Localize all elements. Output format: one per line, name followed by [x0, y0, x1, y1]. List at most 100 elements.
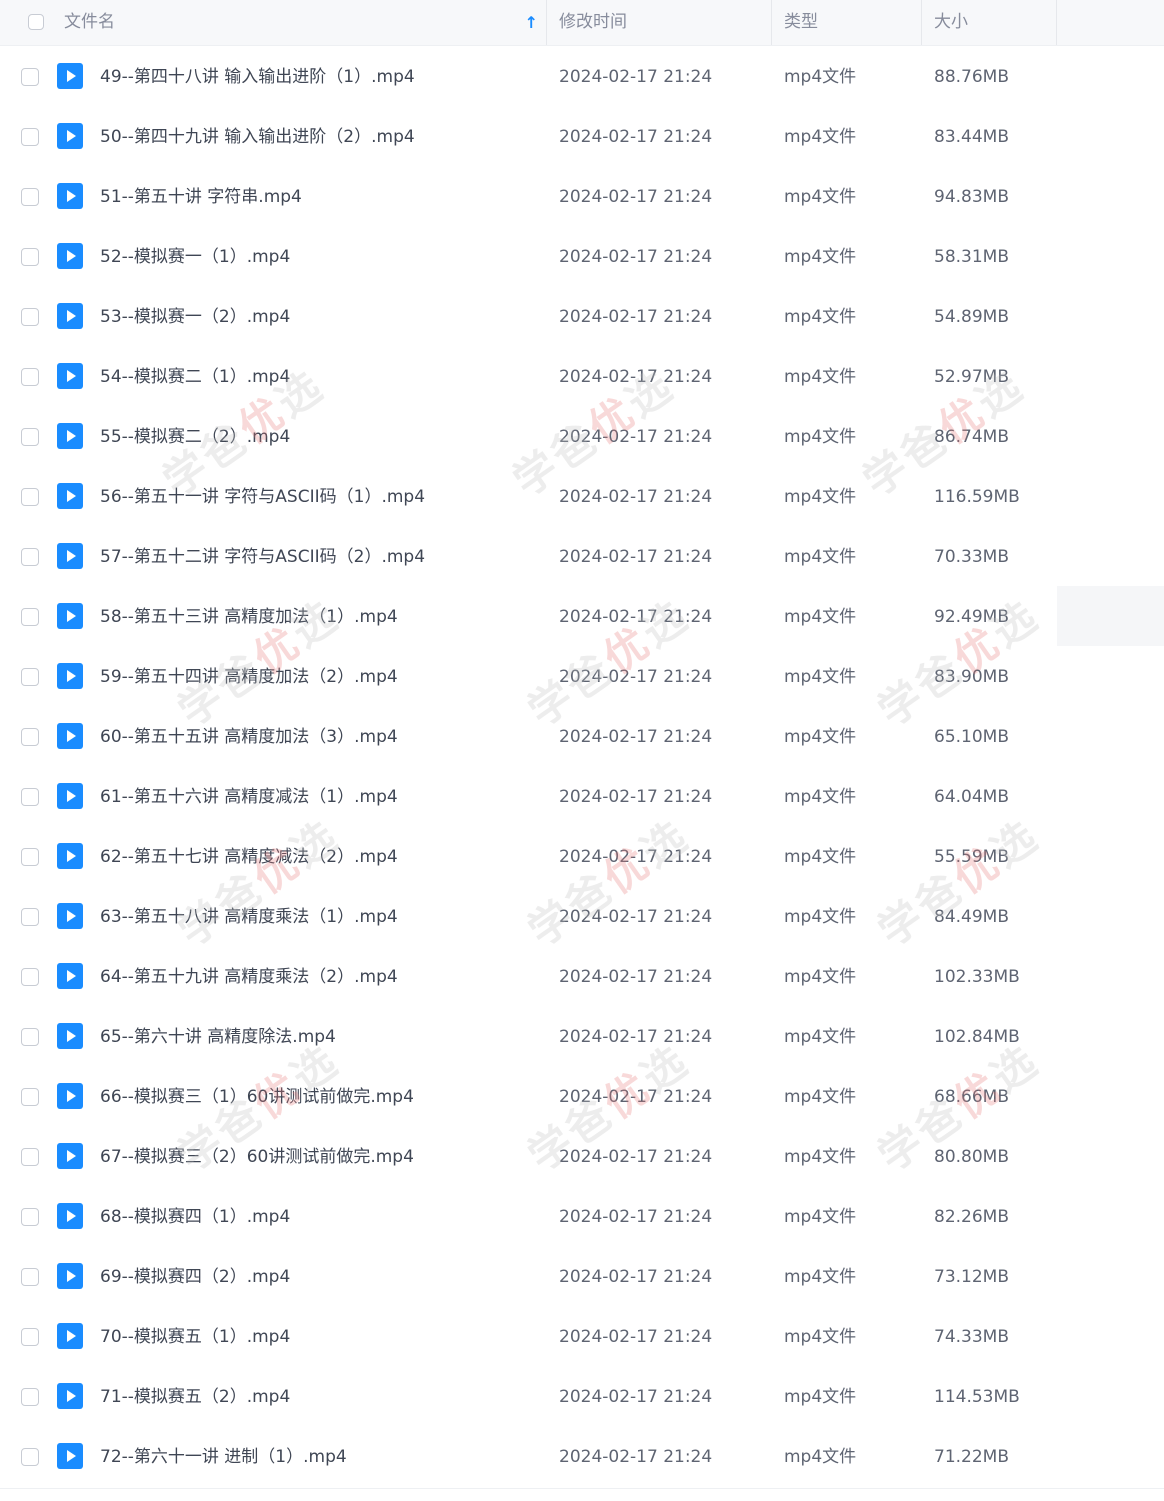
- row-checkbox[interactable]: [21, 1148, 39, 1166]
- table-row[interactable]: 59--第五十四讲 高精度加法（2）.mp4 2024-02-17 21:24 …: [0, 646, 1164, 706]
- table-row[interactable]: 71--模拟赛五（2）.mp4 2024-02-17 21:24 mp4文件 1…: [0, 1366, 1164, 1426]
- file-name[interactable]: 57--第五十二讲 字符与ASCII码（2）.mp4: [100, 526, 425, 586]
- modified-time: 2024-02-17 21:24: [559, 1387, 713, 1407]
- row-checkbox[interactable]: [21, 968, 39, 986]
- file-size: 102.33MB: [934, 967, 1020, 987]
- table-row[interactable]: 55--模拟赛二（2）.mp4 2024-02-17 21:24 mp4文件 8…: [0, 406, 1164, 466]
- select-all-checkbox[interactable]: [28, 14, 44, 30]
- file-type: mp4文件: [784, 1327, 857, 1347]
- table-row[interactable]: 54--模拟赛二（1）.mp4 2024-02-17 21:24 mp4文件 5…: [0, 346, 1164, 406]
- table-row[interactable]: 68--模拟赛四（1）.mp4 2024-02-17 21:24 mp4文件 8…: [0, 1186, 1164, 1246]
- table-row[interactable]: 52--模拟赛一（1）.mp4 2024-02-17 21:24 mp4文件 5…: [0, 226, 1164, 286]
- file-name[interactable]: 58--第五十三讲 高精度加法（1）.mp4: [100, 586, 398, 646]
- file-name[interactable]: 63--第五十八讲 高精度乘法（1）.mp4: [100, 886, 398, 946]
- file-list-table: 文件名 ↑ 修改时间 类型 大小 49--第四十八讲 输入输出进阶（1）.mp4…: [0, 0, 1164, 1501]
- video-file-icon: [57, 543, 83, 569]
- modified-time: 2024-02-17 21:24: [559, 487, 713, 507]
- modified-time: 2024-02-17 21:24: [559, 607, 713, 627]
- row-checkbox[interactable]: [21, 188, 39, 206]
- table-row[interactable]: 67--模拟赛三（2）60讲测试前做完.mp4 2024-02-17 21:24…: [0, 1126, 1164, 1186]
- file-name[interactable]: 52--模拟赛一（1）.mp4: [100, 226, 290, 286]
- row-checkbox[interactable]: [21, 548, 39, 566]
- table-row[interactable]: 58--第五十三讲 高精度加法（1）.mp4 2024-02-17 21:24 …: [0, 586, 1164, 646]
- file-name[interactable]: 49--第四十八讲 输入输出进阶（1）.mp4: [100, 46, 415, 106]
- modified-time: 2024-02-17 21:24: [559, 187, 713, 207]
- table-row[interactable]: 69--模拟赛四（2）.mp4 2024-02-17 21:24 mp4文件 7…: [0, 1246, 1164, 1306]
- file-name[interactable]: 62--第五十七讲 高精度减法（2）.mp4: [100, 826, 398, 886]
- file-name[interactable]: 69--模拟赛四（2）.mp4: [100, 1246, 290, 1306]
- row-checkbox[interactable]: [21, 1328, 39, 1346]
- table-row[interactable]: 63--第五十八讲 高精度乘法（1）.mp4 2024-02-17 21:24 …: [0, 886, 1164, 946]
- table-row[interactable]: 51--第五十讲 字符串.mp4 2024-02-17 21:24 mp4文件 …: [0, 166, 1164, 226]
- row-checkbox[interactable]: [21, 128, 39, 146]
- row-checkbox[interactable]: [21, 1448, 39, 1466]
- table-row[interactable]: 49--第四十八讲 输入输出进阶（1）.mp4 2024-02-17 21:24…: [0, 46, 1164, 106]
- row-checkbox[interactable]: [21, 1028, 39, 1046]
- column-header-size[interactable]: 大小: [922, 0, 1057, 45]
- file-name[interactable]: 64--第五十九讲 高精度乘法（2）.mp4: [100, 946, 398, 1006]
- table-row[interactable]: 70--模拟赛五（1）.mp4 2024-02-17 21:24 mp4文件 7…: [0, 1306, 1164, 1366]
- video-file-icon: [57, 123, 83, 149]
- row-checkbox[interactable]: [21, 488, 39, 506]
- file-size: 70.33MB: [934, 547, 1009, 567]
- table-row[interactable]: 72--第六十一讲 进制（1）.mp4 2024-02-17 21:24 mp4…: [0, 1426, 1164, 1486]
- row-checkbox[interactable]: [21, 1088, 39, 1106]
- row-checkbox[interactable]: [21, 668, 39, 686]
- file-type: mp4文件: [784, 67, 857, 87]
- row-checkbox[interactable]: [21, 1388, 39, 1406]
- file-type: mp4文件: [784, 1087, 857, 1107]
- file-name[interactable]: 55--模拟赛二（2）.mp4: [100, 406, 290, 466]
- file-size: 80.80MB: [934, 1147, 1009, 1167]
- file-size: 52.97MB: [934, 367, 1009, 387]
- file-name[interactable]: 61--第五十六讲 高精度减法（1）.mp4: [100, 766, 398, 826]
- file-name[interactable]: 66--模拟赛三（1）60讲测试前做完.mp4: [100, 1066, 414, 1126]
- table-row[interactable]: 50--第四十九讲 输入输出进阶（2）.mp4 2024-02-17 21:24…: [0, 106, 1164, 166]
- row-checkbox[interactable]: [21, 308, 39, 326]
- row-checkbox[interactable]: [21, 848, 39, 866]
- row-checkbox[interactable]: [21, 608, 39, 626]
- table-row[interactable]: 62--第五十七讲 高精度减法（2）.mp4 2024-02-17 21:24 …: [0, 826, 1164, 886]
- table-row[interactable]: 60--第五十五讲 高精度加法（3）.mp4 2024-02-17 21:24 …: [0, 706, 1164, 766]
- row-checkbox[interactable]: [21, 908, 39, 926]
- file-size: 92.49MB: [934, 607, 1009, 627]
- table-row[interactable]: 57--第五十二讲 字符与ASCII码（2）.mp4 2024-02-17 21…: [0, 526, 1164, 586]
- table-row[interactable]: 66--模拟赛三（1）60讲测试前做完.mp4 2024-02-17 21:24…: [0, 1066, 1164, 1126]
- file-name[interactable]: 54--模拟赛二（1）.mp4: [100, 346, 290, 406]
- column-header-type[interactable]: 类型: [772, 0, 922, 45]
- file-name[interactable]: 72--第六十一讲 进制（1）.mp4: [100, 1426, 347, 1486]
- file-type: mp4文件: [784, 1267, 857, 1287]
- row-checkbox[interactable]: [21, 788, 39, 806]
- file-name[interactable]: 53--模拟赛一（2）.mp4: [100, 286, 290, 346]
- table-row[interactable]: 53--模拟赛一（2）.mp4 2024-02-17 21:24 mp4文件 5…: [0, 286, 1164, 346]
- file-type: mp4文件: [784, 727, 857, 747]
- row-checkbox[interactable]: [21, 728, 39, 746]
- row-checkbox[interactable]: [21, 368, 39, 386]
- table-row[interactable]: 56--第五十一讲 字符与ASCII码（1）.mp4 2024-02-17 21…: [0, 466, 1164, 526]
- file-name[interactable]: 51--第五十讲 字符串.mp4: [100, 166, 302, 226]
- file-size: 83.44MB: [934, 127, 1009, 147]
- file-name[interactable]: 68--模拟赛四（1）.mp4: [100, 1186, 290, 1246]
- file-name[interactable]: 65--第六十讲 高精度除法.mp4: [100, 1006, 336, 1066]
- row-checkbox[interactable]: [21, 428, 39, 446]
- file-name[interactable]: 70--模拟赛五（1）.mp4: [100, 1306, 290, 1366]
- column-header-time-label: 修改时间: [559, 12, 627, 32]
- row-checkbox[interactable]: [21, 68, 39, 86]
- column-header-name[interactable]: 文件名 ↑: [60, 0, 547, 45]
- table-row[interactable]: 65--第六十讲 高精度除法.mp4 2024-02-17 21:24 mp4文…: [0, 1006, 1164, 1066]
- file-name[interactable]: 71--模拟赛五（2）.mp4: [100, 1366, 290, 1426]
- row-checkbox[interactable]: [21, 1268, 39, 1286]
- file-name[interactable]: 50--第四十九讲 输入输出进阶（2）.mp4: [100, 106, 415, 166]
- row-checkbox[interactable]: [21, 248, 39, 266]
- table-row[interactable]: 61--第五十六讲 高精度减法（1）.mp4 2024-02-17 21:24 …: [0, 766, 1164, 826]
- column-header-name-label: 文件名: [64, 12, 115, 32]
- select-all-cell: [0, 0, 60, 45]
- table-row[interactable]: 64--第五十九讲 高精度乘法（2）.mp4 2024-02-17 21:24 …: [0, 946, 1164, 1006]
- arrow-up-icon[interactable]: ↑: [525, 0, 538, 45]
- file-name[interactable]: 67--模拟赛三（2）60讲测试前做完.mp4: [100, 1126, 414, 1186]
- row-checkbox[interactable]: [21, 1208, 39, 1226]
- file-name[interactable]: 59--第五十四讲 高精度加法（2）.mp4: [100, 646, 398, 706]
- column-header-time[interactable]: 修改时间: [547, 0, 772, 45]
- file-name[interactable]: 56--第五十一讲 字符与ASCII码（1）.mp4: [100, 466, 425, 526]
- file-name[interactable]: 60--第五十五讲 高精度加法（3）.mp4: [100, 706, 398, 766]
- column-header-size-label: 大小: [934, 12, 968, 32]
